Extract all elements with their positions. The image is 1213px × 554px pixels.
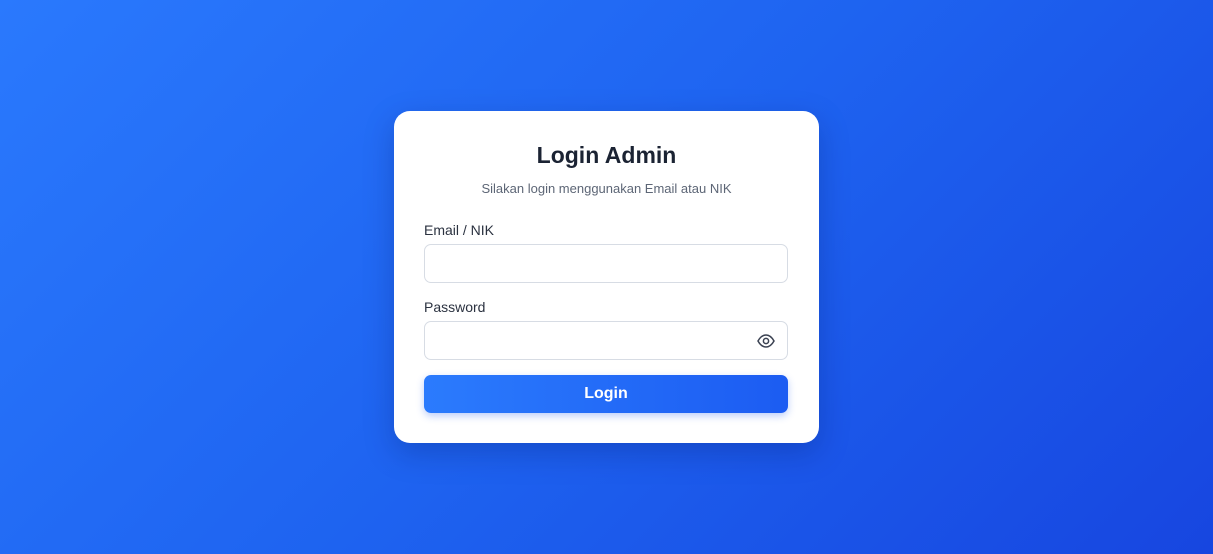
email-field[interactable] bbox=[424, 244, 788, 283]
email-label: Email / NIK bbox=[424, 222, 495, 238]
password-field[interactable] bbox=[424, 321, 788, 360]
login-card: Login Admin Silakan login menggunakan Em… bbox=[394, 111, 819, 443]
login-subtitle: Silakan login menggunakan Email atau NIK bbox=[481, 181, 732, 196]
eye-icon[interactable] bbox=[756, 331, 776, 351]
password-label: Password bbox=[424, 299, 486, 315]
login-button[interactable]: Login bbox=[424, 375, 788, 413]
page-title: Login Admin bbox=[536, 142, 677, 168]
